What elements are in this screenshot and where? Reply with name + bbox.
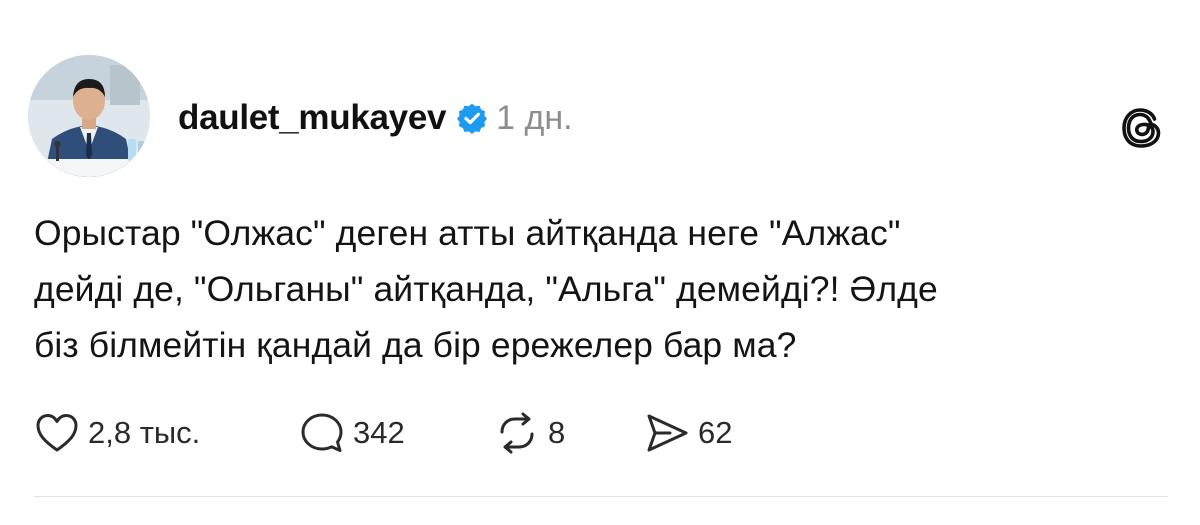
comment-icon — [301, 413, 343, 452]
username[interactable]: daulet_mukayev — [178, 98, 446, 138]
repost-icon — [500, 412, 534, 454]
reply-count: 342 — [353, 415, 405, 450]
threads-logo-icon[interactable] — [1118, 103, 1166, 153]
reply-button[interactable]: 342 — [299, 411, 494, 455]
avatar-photo-icon — [28, 55, 150, 177]
verified-badge-icon — [456, 102, 488, 134]
divider — [34, 496, 1168, 497]
repost-count: 8 — [548, 415, 566, 450]
post-actions: 2,8 тыс. 342 8 62 — [34, 408, 794, 458]
post-text-line: дейді де, "Ольганы" айтқанда, "Альга" де… — [34, 269, 938, 309]
share-button[interactable]: 62 — [644, 411, 794, 455]
like-count: 2,8 тыс. — [88, 415, 201, 450]
avatar[interactable] — [28, 55, 150, 177]
repost-button[interactable]: 8 — [494, 411, 644, 455]
post-text-line: біз білмейтін қандай да бір ережелер бар… — [34, 325, 797, 365]
post-header: daulet_mukayev 1 дн. — [178, 92, 573, 144]
like-button[interactable]: 2,8 тыс. — [34, 411, 299, 455]
post-text-line: Орыстар "Олжас" деген атты айтқанда неге… — [34, 213, 901, 253]
post-timestamp: 1 дн. — [496, 98, 573, 137]
threads-post: daulet_mukayev 1 дн. Орыстар "Олжас" дег… — [0, 0, 1200, 525]
share-count: 62 — [698, 415, 733, 450]
heart-icon — [36, 414, 78, 452]
post-body: Орыстар "Олжас" деген атты айтқанда неге… — [34, 205, 1174, 373]
share-icon — [647, 414, 688, 452]
